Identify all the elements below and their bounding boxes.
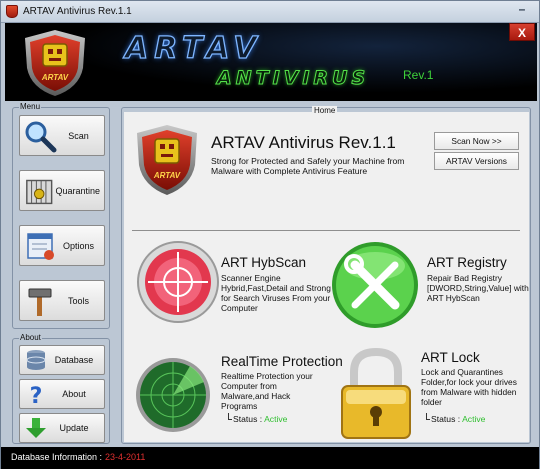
title-bar[interactable]: ARTAV Antivirus Rev.1.1 –	[1, 1, 539, 23]
tools-label: Tools	[67, 295, 89, 306]
database-icon	[26, 350, 46, 370]
padlock-icon	[341, 347, 411, 439]
registry-description: Repair Bad Registry [DWORD,String,Value]…	[427, 273, 529, 303]
database-label: Database	[54, 355, 94, 365]
banner-rev: Rev.1	[403, 68, 434, 82]
question-mark-icon: ?	[30, 384, 43, 406]
scan-now-button[interactable]: Scan Now >>	[434, 132, 519, 150]
update-button[interactable]: Update	[19, 413, 105, 443]
scan-label: Scan	[68, 130, 89, 141]
home-panel: Home ARTAV ARTAV Antivirus Rev.1.1 Stron…	[124, 106, 529, 442]
quarantine-label: Quarantine	[55, 185, 100, 196]
realtime-status: Status : Active	[228, 413, 287, 424]
lock-status-label: Status :	[431, 414, 461, 424]
scan-button[interactable]: Scan	[19, 115, 105, 156]
lock-status-value: Active	[462, 414, 486, 424]
magnifier-icon	[25, 121, 57, 152]
options-window-icon	[27, 232, 54, 260]
minimize-button[interactable]: –	[513, 3, 531, 19]
hammer-icon	[28, 288, 52, 316]
target-scope-icon	[137, 241, 219, 323]
artav-versions-button[interactable]: ARTAV Versions	[434, 152, 519, 170]
about-group-title: About	[19, 333, 42, 342]
banner-logo-text: ARTAV	[41, 73, 69, 82]
artav-shield-icon: ARTAV	[137, 125, 197, 195]
home-group: Home ARTAV ARTAV Antivirus Rev.1.1 Stron…	[121, 106, 531, 444]
registry-title: ART Registry	[427, 255, 507, 270]
header-banner: ARTAV ARTAV ANTIVIRUS Rev.1	[5, 23, 537, 101]
status-corner-icon	[228, 413, 232, 420]
about-label: About	[62, 389, 86, 399]
update-label: Update	[59, 423, 89, 433]
status-bar: Database Information : 23-4-2011	[1, 447, 539, 469]
radar-icon	[136, 358, 210, 432]
window-title: ARTAV Antivirus Rev.1.1	[23, 6, 132, 17]
home-group-title: Home	[312, 106, 338, 115]
home-logo-text: ARTAV	[153, 171, 181, 180]
menu-group-title: Menu	[19, 102, 42, 111]
main-window: ARTAV Antivirus Rev.1.1 – ARTAV ARTAV AN…	[0, 0, 540, 469]
hybscan-title: ART HybScan	[221, 255, 307, 270]
close-button[interactable]: X	[509, 23, 535, 41]
realtime-description: Realtime Protection your Computer from M…	[221, 371, 313, 411]
banner-title: ARTAV	[124, 30, 263, 66]
realtime-status-label: Status :	[233, 414, 263, 424]
wrench-screwdriver-icon	[332, 242, 418, 328]
database-button[interactable]: Database	[19, 345, 105, 375]
realtime-status-value: Active	[264, 414, 288, 424]
about-group: About Database ? About Update	[12, 333, 110, 444]
quarantine-button[interactable]: Quarantine	[19, 170, 105, 211]
home-heading: ARTAV Antivirus Rev.1.1	[211, 133, 396, 152]
lock-title: ART Lock	[421, 350, 480, 365]
realtime-title: RealTime Protection	[221, 354, 343, 369]
artav-shield-logo-icon: ARTAV	[25, 30, 85, 96]
options-button[interactable]: Options	[19, 225, 105, 266]
home-description: Strong for Protected and Safely your Mac…	[211, 156, 405, 176]
download-arrow-icon	[26, 418, 46, 438]
hybscan-description: Scanner Engine Hybrid,Fast,Detail and St…	[221, 273, 331, 313]
status-corner-icon	[426, 413, 430, 420]
lock-status: Status : Active	[426, 413, 485, 424]
banner-subtitle: ANTIVIRUS	[216, 67, 370, 90]
svg-text:?: ?	[30, 384, 43, 406]
lock-description: Lock and Quarantines Folder,for lock you…	[421, 367, 517, 407]
quarantine-cage-icon	[26, 179, 53, 204]
database-info-label: Database Information :	[11, 452, 103, 462]
about-button[interactable]: ? About	[19, 379, 105, 409]
tools-button[interactable]: Tools	[19, 280, 105, 321]
divider	[132, 230, 520, 231]
database-date: 23-4-2011	[105, 452, 146, 462]
app-shield-icon	[6, 5, 18, 18]
options-label: Options	[62, 240, 95, 251]
menu-group: Menu Scan Quarantine Options Tools	[12, 102, 110, 329]
